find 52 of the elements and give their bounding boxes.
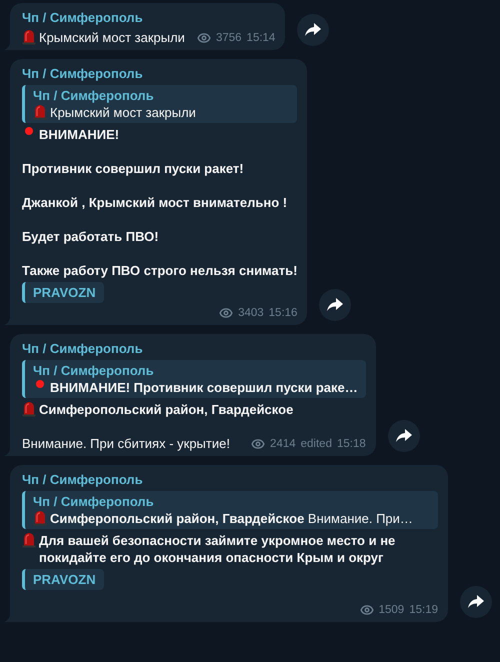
message-text: Крымский мост закрыли bbox=[39, 29, 185, 46]
view-count: 1509 bbox=[378, 603, 404, 618]
forward-button[interactable] bbox=[388, 420, 420, 452]
siren-icon bbox=[33, 104, 47, 120]
forward-button[interactable] bbox=[297, 14, 330, 46]
reply-text: Крымский мост закрыли bbox=[50, 104, 196, 121]
channel-name: Чп / Симферополь bbox=[22, 9, 144, 26]
message-text: Для вашей безопасности займите укромное место и не покидайте его до окончания опасности Крым и округ bbox=[39, 532, 396, 566]
message-text: Будет работать ПВО! bbox=[22, 228, 160, 245]
siren-icon bbox=[22, 401, 36, 417]
siren-icon bbox=[22, 29, 36, 45]
view-count: 2414 bbox=[270, 437, 296, 452]
reply-quote[interactable]: Чп / Симферополь ВНИМАНИЕ! Противник совершил пуски раке… bbox=[22, 360, 366, 398]
forward-icon bbox=[396, 429, 412, 443]
forward-button[interactable] bbox=[319, 289, 352, 321]
message-time: 15:19 bbox=[409, 603, 438, 618]
message-time: 15:18 bbox=[336, 437, 366, 452]
forward-button[interactable] bbox=[460, 586, 492, 618]
view-count: 3403 bbox=[238, 306, 264, 321]
reply-quote[interactable]: Чп / Симферополь Симферопольский район, Гвардейское Внимание. При… bbox=[22, 491, 438, 529]
siren-icon bbox=[33, 510, 47, 526]
forward-icon bbox=[305, 23, 322, 37]
edited-label: edited bbox=[300, 437, 332, 452]
message-text: Также работу ПВО строго нельзя снимать! bbox=[22, 262, 298, 279]
reply-author: Чп / Симферополь bbox=[33, 493, 155, 510]
message-text: ВНИМАНИЕ! bbox=[39, 126, 120, 143]
reply-quote[interactable]: Чп / Симферополь Крымский мост закрыли bbox=[22, 85, 298, 123]
message-time: 15:14 bbox=[246, 31, 276, 46]
message-text: Симферопольский район, Гвардейское bbox=[39, 401, 294, 418]
reply-text: ВНИМАНИЕ! Противник совершил пуски раке… bbox=[50, 379, 358, 396]
dot-icon bbox=[22, 126, 36, 136]
views-icon bbox=[219, 306, 234, 320]
forward-icon bbox=[327, 298, 344, 312]
reply-author: Чп / Симферополь bbox=[33, 362, 155, 379]
message-time: 15:16 bbox=[268, 306, 298, 321]
views-icon bbox=[196, 31, 211, 45]
message-text: Внимание. При сбитиях - укрытие! bbox=[22, 435, 230, 452]
siren-icon bbox=[22, 532, 36, 548]
channel-name: Чп / Симферополь bbox=[22, 65, 144, 82]
dot-icon bbox=[33, 379, 47, 389]
message-text: Джанкой , Крымский мост внимательно ! bbox=[22, 194, 288, 211]
channel-name: Чп / Симферополь bbox=[22, 471, 144, 488]
signature-tag[interactable]: PRAVOZN bbox=[22, 569, 104, 590]
views-icon bbox=[251, 437, 266, 451]
view-count: 3756 bbox=[216, 31, 242, 46]
reply-text: Симферопольский район, Гвардейское Внимание. При… bbox=[50, 510, 413, 527]
signature-tag[interactable]: PRAVOZN bbox=[22, 282, 104, 303]
views-icon bbox=[360, 603, 374, 617]
reply-author: Чп / Симферополь bbox=[33, 87, 155, 104]
forward-icon bbox=[468, 595, 484, 609]
channel-name: Чп / Симферополь bbox=[22, 340, 144, 357]
message-text: Противник совершил пуски ракет! bbox=[22, 160, 245, 177]
